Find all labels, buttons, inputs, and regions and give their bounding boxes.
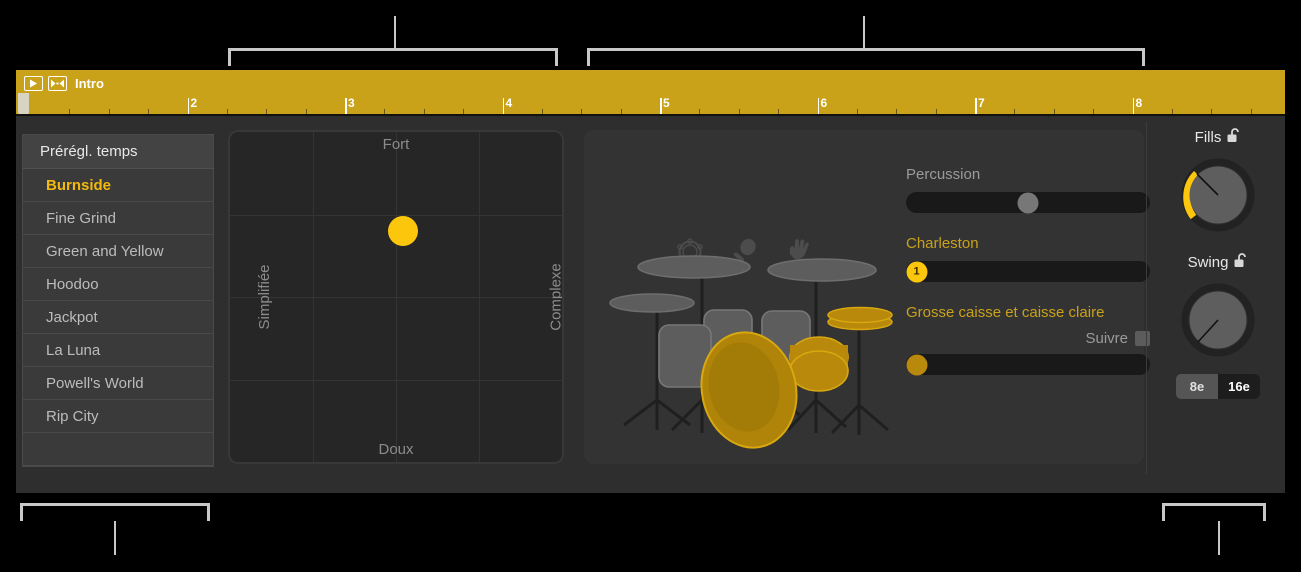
- unlocked-padlock-icon[interactable]: [1227, 128, 1241, 147]
- slider-thumb[interactable]: [1017, 192, 1039, 213]
- xy-label-simple: Simplifiée: [256, 264, 274, 330]
- slider-track[interactable]: [906, 192, 1150, 213]
- panel-divider: [1146, 122, 1147, 474]
- ruler-bar-label: 6: [820, 96, 828, 110]
- division-option[interactable]: 8e: [1176, 374, 1218, 399]
- unlocked-padlock-icon[interactable]: [1234, 253, 1248, 272]
- fills-knob-label: Fills: [1194, 129, 1222, 146]
- follow-row: Suivre: [906, 330, 1150, 347]
- kit-and-controls-panel: Percussion Charleston 1 Grosse caisse et ca…: [584, 130, 1150, 464]
- bracket-horizontal: [587, 48, 1145, 51]
- swing-knob-label-row: Swing: [1156, 253, 1280, 272]
- play-icon[interactable]: [24, 75, 43, 91]
- ruler-bar-label: 8: [1135, 96, 1143, 110]
- follow-label: Suivre: [1085, 330, 1128, 347]
- bracket-tick-left: [20, 503, 23, 521]
- bracket-tick-right: [207, 503, 210, 521]
- preset-list-item[interactable]: Powell's World: [23, 367, 213, 400]
- mix-slider-column: Percussion Charleston 1 Grosse caisse et ca…: [906, 166, 1150, 397]
- bracket-leader-line: [114, 521, 116, 555]
- slider-group: Charleston 1: [906, 235, 1150, 282]
- preset-panel-header: Prérégl. temps: [23, 135, 213, 169]
- slider-group: Grosse caisse et caisse claire Suivre: [906, 304, 1150, 375]
- bracket-leader-line: [394, 16, 396, 50]
- xy-label-soft: Doux: [378, 441, 414, 458]
- preset-list-item[interactable]: Rip City: [23, 400, 213, 433]
- knob-column: Fills Swing 8e 16e: [1156, 128, 1280, 399]
- ruler-scale[interactable]: 2 3 4 5 6 7 8: [16, 92, 1285, 116]
- division-option[interactable]: 16e: [1218, 374, 1260, 399]
- preset-list-item[interactable]: La Luna: [23, 334, 213, 367]
- fills-knob[interactable]: [1176, 153, 1260, 237]
- slider-thumb[interactable]: [906, 354, 927, 375]
- xy-gridline: [230, 297, 562, 298]
- swing-knob-label: Swing: [1187, 254, 1229, 271]
- preset-list-empty-row: [23, 433, 213, 466]
- slider-label: Grosse caisse et caisse claire: [906, 304, 1105, 321]
- bracket-tick-right: [1142, 48, 1145, 66]
- slider-label: Percussion: [906, 166, 981, 183]
- slider-track[interactable]: [906, 354, 1150, 375]
- timeline-ruler[interactable]: Intro 2 3 4 5 6 7 8: [16, 70, 1285, 116]
- ruler-bar-label: 3: [348, 96, 355, 110]
- ruler-bar-label: 2: [190, 96, 198, 110]
- slider-label: Charleston: [906, 235, 979, 252]
- note-division-segmented-control[interactable]: 8e 16e: [1176, 374, 1260, 399]
- bracket-tick-left: [587, 48, 590, 66]
- xy-gridline: [230, 214, 562, 216]
- preset-list-item[interactable]: Green and Yellow: [23, 235, 213, 268]
- slider-thumb[interactable]: 1: [906, 261, 927, 282]
- bracket-tick-right: [555, 48, 558, 66]
- ruler-bar-label: 7: [978, 96, 985, 110]
- preset-list-item[interactable]: Jackpot: [23, 301, 213, 334]
- bracket-tick-left: [1162, 503, 1165, 521]
- follow-checkbox[interactable]: [1135, 331, 1150, 346]
- swing-knob[interactable]: [1176, 278, 1260, 362]
- preset-list-item[interactable]: Hoodoo: [23, 268, 213, 301]
- xy-label-loud: Fort: [382, 136, 410, 153]
- xy-label-complex: Complexe: [547, 263, 564, 331]
- ruler-title-row: Intro: [24, 74, 104, 92]
- complexity-loudness-xy-pad[interactable]: Fort Doux Simplifiée Complexe: [228, 130, 564, 464]
- drummer-plugin-window: Intro 2 3 4 5 6 7 8 Prérégl. temps Burnside Fin…: [16, 70, 1285, 493]
- bracket-leader-line: [863, 16, 865, 50]
- section-name: Intro: [75, 75, 104, 91]
- tempo-preset-panel: Prérégl. temps Burnside Fine Grind Green a…: [22, 134, 214, 467]
- ruler-bottom-edge: [16, 114, 1285, 116]
- bracket-horizontal: [1162, 503, 1266, 506]
- bracket-horizontal: [228, 48, 558, 51]
- preset-list-item[interactable]: Fine Grind: [23, 202, 213, 235]
- drum-kit-illustration[interactable]: [594, 185, 914, 460]
- cycle-range-icon[interactable]: [48, 75, 67, 91]
- xy-pad-puck[interactable]: [387, 216, 418, 246]
- bracket-tick-right: [1263, 503, 1266, 521]
- bracket-horizontal: [20, 503, 210, 506]
- preset-list-item[interactable]: Burnside: [23, 169, 213, 202]
- ruler-bar-label: 5: [663, 96, 670, 110]
- fills-knob-label-row: Fills: [1156, 128, 1280, 147]
- preset-list[interactable]: Burnside Fine Grind Green and Yellow Hoodoo…: [23, 169, 213, 433]
- bracket-leader-line: [1218, 521, 1220, 555]
- playhead-marker[interactable]: [18, 93, 29, 115]
- slider-group: Percussion: [906, 166, 1150, 213]
- bracket-tick-left: [228, 48, 231, 66]
- slider-track[interactable]: 1: [906, 261, 1150, 282]
- ruler-bar-label: 4: [505, 96, 513, 110]
- xy-gridline: [230, 379, 562, 381]
